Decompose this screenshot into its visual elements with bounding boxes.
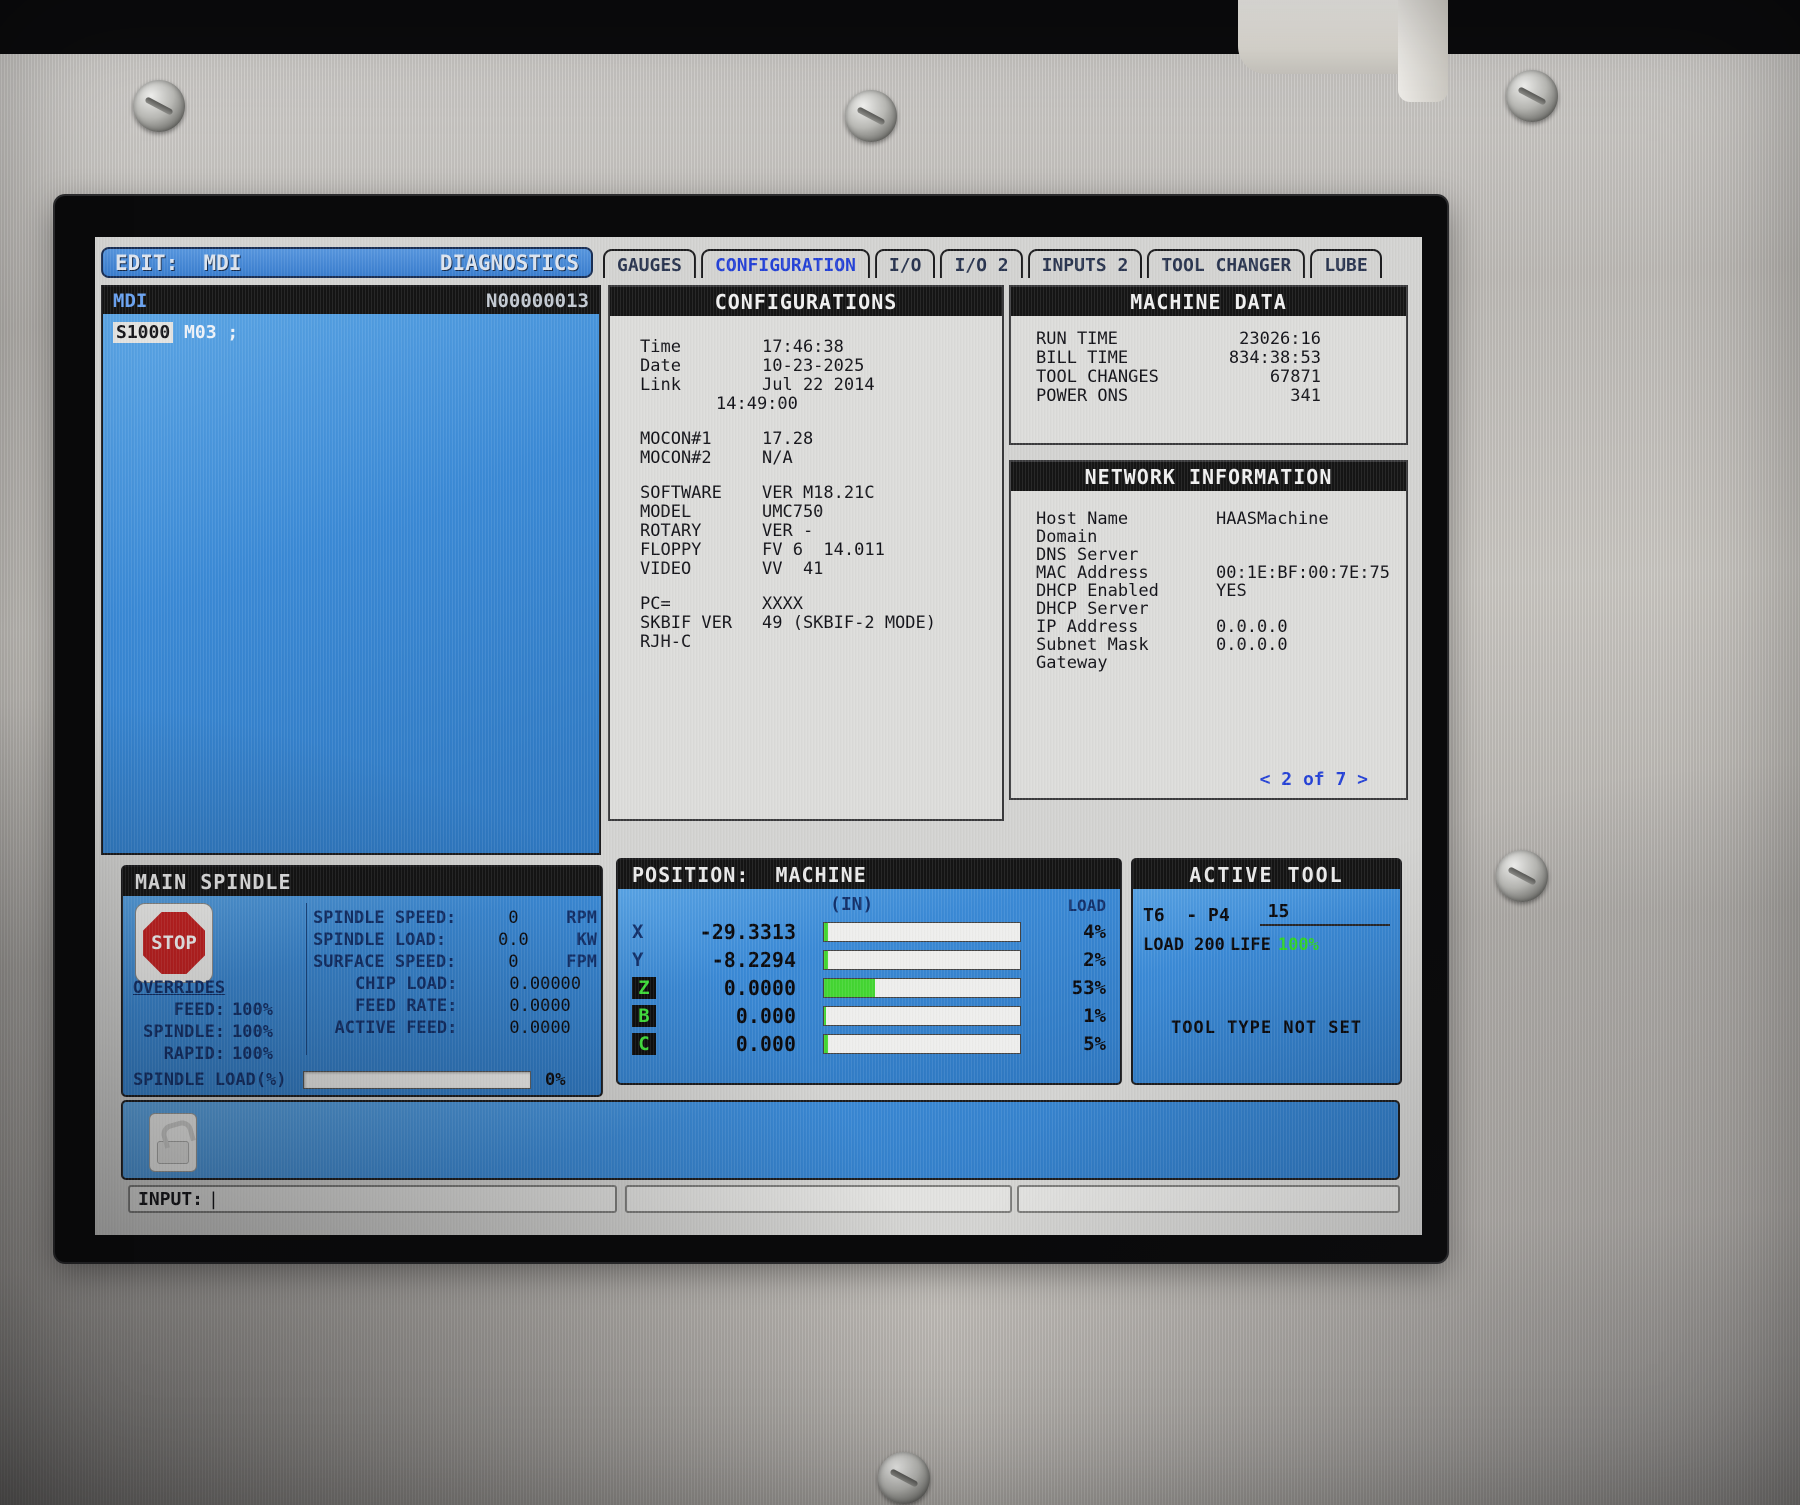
machine-photo: EDIT: MDI DIAGNOSTICS GAUGES CONFIGURATI… [0, 0, 1800, 1505]
photo-vignette [0, 0, 1800, 1505]
